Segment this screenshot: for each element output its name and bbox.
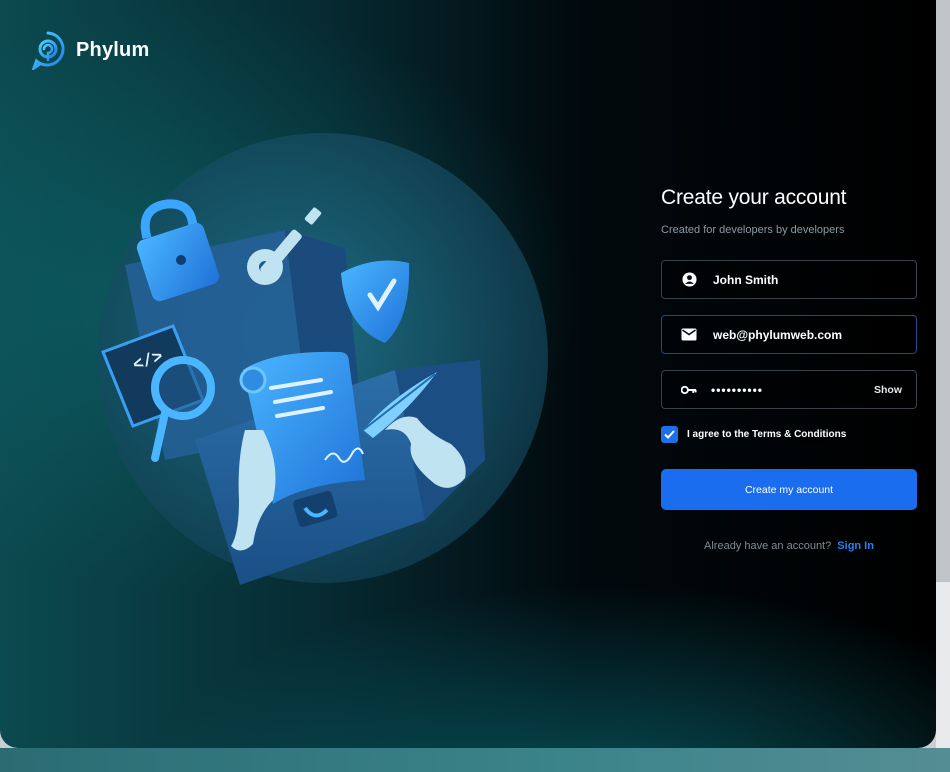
terms-row: I agree to the Terms & Conditions <box>661 426 917 443</box>
terms-checkbox[interactable] <box>661 426 678 443</box>
signup-form: Create your account Created for develope… <box>661 186 917 552</box>
bottom-edge <box>0 748 950 772</box>
brand-name: Phylum <box>76 38 150 61</box>
user-icon <box>681 272 697 288</box>
scrollbar-thumb[interactable] <box>936 0 950 582</box>
form-title: Create your account <box>661 186 847 209</box>
brand-logo[interactable]: Phylum <box>28 30 149 70</box>
form-subtitle: Created for developers by developers <box>661 224 845 236</box>
email-field[interactable] <box>661 315 917 354</box>
name-input[interactable] <box>711 271 865 288</box>
security-illustration: </> <box>98 133 548 585</box>
password-field[interactable]: •••••••••• Show <box>661 370 917 409</box>
signin-row: Already have an account? Sign In <box>661 540 917 552</box>
mail-icon <box>681 327 697 343</box>
name-field[interactable] <box>661 260 917 299</box>
password-input[interactable]: •••••••••• <box>711 383 861 397</box>
show-password-button[interactable]: Show <box>874 384 902 396</box>
scrollbar-track[interactable] <box>936 582 950 748</box>
create-account-button[interactable]: Create my account <box>661 469 917 510</box>
signin-prompt: Already have an account? <box>704 540 832 552</box>
signup-page: Phylum </> Create your account Created f… <box>0 0 936 748</box>
email-input[interactable] <box>711 326 865 343</box>
terms-label[interactable]: I agree to the Terms & Conditions <box>687 429 846 440</box>
phylum-logo-icon <box>31 31 65 70</box>
check-icon <box>664 430 675 439</box>
signin-link[interactable]: Sign In <box>837 540 874 552</box>
key-icon <box>681 382 697 398</box>
